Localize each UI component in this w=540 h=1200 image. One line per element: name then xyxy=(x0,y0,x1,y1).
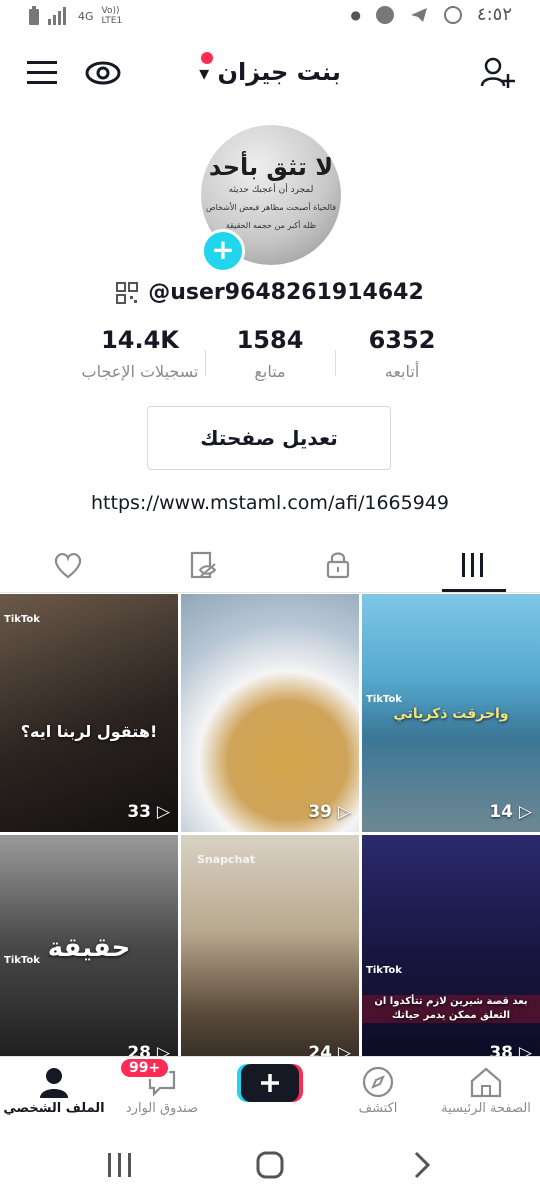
create-video-button[interactable] xyxy=(237,1062,303,1104)
battery-icon xyxy=(29,6,39,25)
nav-profile[interactable]: الملف الشخصي xyxy=(0,1063,108,1116)
system-navigation-bar xyxy=(0,1130,540,1200)
video-caption: حقيقة xyxy=(47,933,131,963)
volte-text: Vo)) LTE1 xyxy=(101,6,123,26)
avatar-text-line: فالحياة أصبحت مظاهر فبعض الأشخاص xyxy=(205,203,337,212)
add-avatar-plus-icon[interactable]: + xyxy=(201,229,245,273)
snapchat-watermark: Snapchat xyxy=(197,853,256,866)
compass-icon xyxy=(362,1066,394,1098)
play-icon: ▷ xyxy=(156,802,170,822)
view-count-value: 39 xyxy=(308,802,332,822)
video-caption: واحرقت ذكرياتي xyxy=(393,706,509,722)
play-icon: ▷ xyxy=(518,802,532,822)
avatar-text-line: لمجرد أن أعجبك حديثه xyxy=(228,185,314,195)
tab-liked[interactable] xyxy=(0,540,135,590)
add-friend-icon[interactable] xyxy=(480,56,516,90)
profile-icon xyxy=(40,1068,68,1098)
view-count: 33 ▷ xyxy=(0,802,170,822)
qr-code-icon[interactable] xyxy=(116,281,139,304)
video-thumbnail[interactable]: TikTok بعد قصة شيرين لازم تتأكدوا ان الت… xyxy=(362,835,540,1073)
stat-label: أتابعه xyxy=(384,362,420,381)
view-count-value: 33 xyxy=(127,802,151,822)
avatar-text-main: لا تثق بأحد xyxy=(208,153,334,181)
view-count: 14 ▷ xyxy=(362,802,532,822)
clock: ٤:٥٢ xyxy=(476,4,512,25)
stat-value: 6352 xyxy=(368,326,436,354)
nav-discover[interactable]: اكتشف xyxy=(324,1063,432,1116)
status-bar: 4G Vo)) LTE1 ● ٤:٥٢ xyxy=(0,0,540,38)
account-name: بنت جيزان xyxy=(217,58,341,86)
stat-following[interactable]: 6352 أتابعه xyxy=(322,326,482,381)
tiktok-watermark: TikTok xyxy=(366,965,402,976)
chevron-down-icon: ▾ xyxy=(199,61,210,85)
bio-link[interactable]: https://www.mstaml.com/afi/1665949 xyxy=(0,492,540,514)
video-thumbnail[interactable]: Snapchat 24 ▷ xyxy=(181,835,359,1073)
tab-videos[interactable] xyxy=(405,540,540,590)
telegram-icon xyxy=(410,7,427,22)
handle-row: @user9648261914642 xyxy=(0,280,540,305)
nav-inbox-label: صندوق الوارد xyxy=(125,1101,199,1116)
nav-home[interactable]: الصفحة الرئيسية xyxy=(432,1063,540,1116)
status-right: ● ٤:٥٢ xyxy=(350,4,512,25)
account-notification-dot xyxy=(201,52,213,64)
video-thumbnail[interactable]: TikTok حقيقة 28 ▷ xyxy=(0,835,178,1073)
dot-icon: ● xyxy=(350,7,361,22)
profile-header-title[interactable]: ▾ بنت جيزان xyxy=(0,58,540,86)
grid-icon xyxy=(461,553,483,577)
video-caption: بعد قصة شيرين لازم تتأكدوا ان التعلق ممك… xyxy=(362,995,540,1023)
tab-private[interactable] xyxy=(270,540,405,590)
inbox-badge: 99+ xyxy=(119,1057,171,1079)
hidden-bookmark-icon xyxy=(190,551,216,579)
edit-profile-button[interactable]: تعديل صفحتك xyxy=(147,406,391,470)
network-text: 4G xyxy=(78,9,94,23)
video-caption: هتقول لربنا ايه؟! xyxy=(20,722,158,741)
signal-icon xyxy=(48,7,66,25)
video-thumbnail[interactable]: TikTok واحرقت ذكرياتي 14 ▷ xyxy=(362,594,540,832)
username-handle: @user9648261914642 xyxy=(148,280,424,305)
back-icon[interactable] xyxy=(410,1150,434,1180)
home-button-icon[interactable] xyxy=(255,1150,285,1180)
video-thumbnail[interactable]: TikTok هتقول لربنا ايه؟! 33 ▷ xyxy=(0,594,178,832)
nav-profile-label: الملف الشخصي xyxy=(3,1101,105,1116)
status-left: 4G Vo)) LTE1 xyxy=(28,6,142,26)
tiktok-watermark: TikTok xyxy=(4,614,40,625)
view-count: 39 ▷ xyxy=(181,802,351,822)
nav-discover-label: اكتشف xyxy=(358,1101,398,1116)
whatsapp-icon xyxy=(443,5,462,24)
lock-icon xyxy=(326,552,349,579)
active-tab-indicator xyxy=(442,589,506,592)
heart-icon xyxy=(54,552,81,579)
view-count-value: 14 xyxy=(489,802,513,822)
profile-tabs xyxy=(0,540,540,593)
nav-home-label: الصفحة الرئيسية xyxy=(441,1101,531,1116)
video-thumbnail[interactable]: 39 ▷ xyxy=(181,594,359,832)
play-icon: ▷ xyxy=(337,802,351,822)
home-icon xyxy=(470,1067,502,1098)
tab-favorites[interactable] xyxy=(135,540,270,590)
app-notification-icon xyxy=(375,5,394,24)
tiktok-watermark: TikTok xyxy=(366,694,402,705)
recent-apps-icon[interactable] xyxy=(106,1152,134,1178)
